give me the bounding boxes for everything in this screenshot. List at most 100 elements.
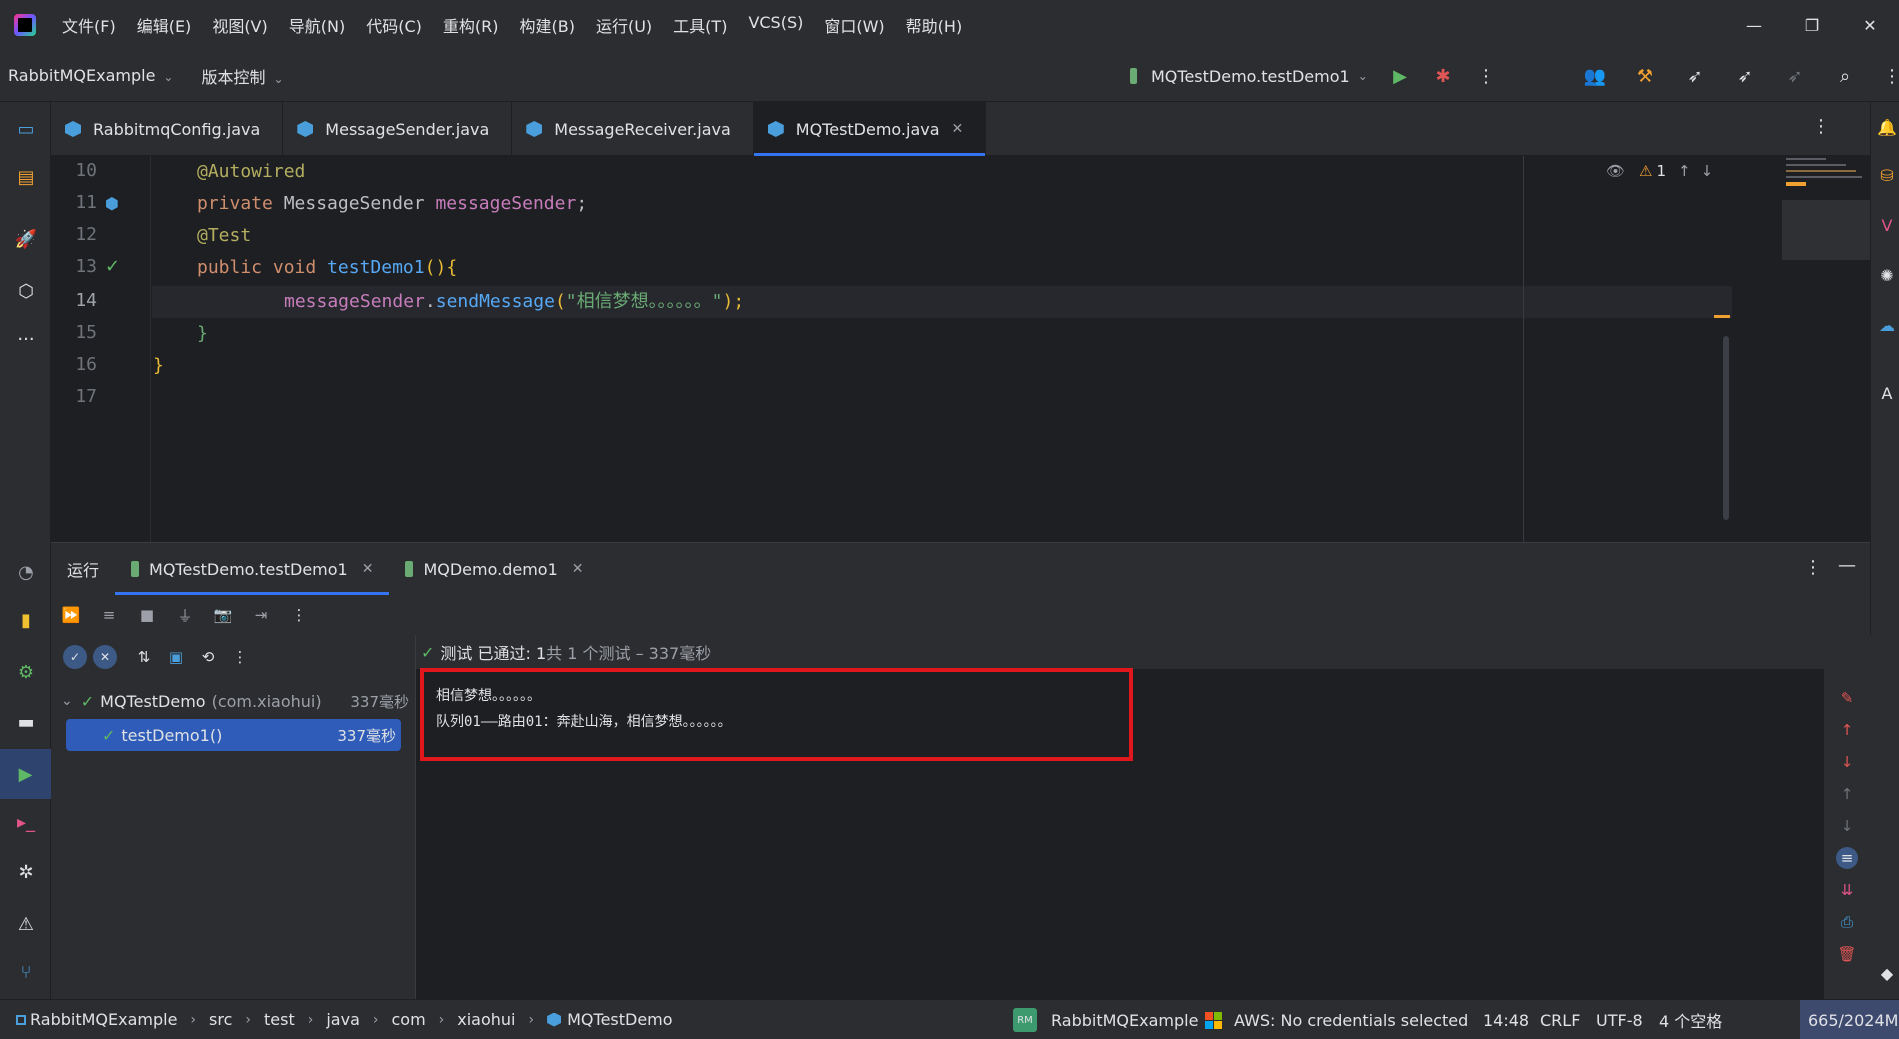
structure-icon[interactable]: ▤: [13, 164, 39, 190]
more-actions-icon[interactable]: ⋮: [1474, 64, 1498, 88]
camera-icon[interactable]: 📷: [213, 605, 233, 625]
tab-rabbitmqconfig[interactable]: RabbitmqConfig.java: [51, 102, 284, 156]
close-window-icon[interactable]: ✕: [1841, 16, 1899, 35]
menu-help[interactable]: 帮助(H): [906, 13, 963, 37]
autowired-bean-icon[interactable]: ⬢: [105, 194, 119, 213]
file-encoding[interactable]: UTF-8: [1596, 1000, 1643, 1039]
next-occurrence-icon[interactable]: ↓: [1836, 815, 1858, 837]
soft-wrap-icon[interactable]: ≡: [1836, 847, 1858, 869]
menu-tools[interactable]: 工具(T): [673, 13, 727, 37]
run-tool-active[interactable]: ▶: [0, 749, 51, 799]
menu-run[interactable]: 运行(U): [596, 13, 652, 37]
menu-code[interactable]: 代码(C): [366, 13, 422, 37]
import-results-icon[interactable]: ▣: [165, 646, 187, 668]
breadcrumb-item[interactable]: src: [209, 1010, 232, 1029]
tab-options-icon[interactable]: ⋮: [1812, 116, 1830, 137]
ai-assistant-icon[interactable]: ✺: [1876, 264, 1898, 286]
tab-mqtestdemo[interactable]: MQTestDemo.java ✕: [753, 102, 987, 156]
line-separator[interactable]: CRLF: [1540, 1000, 1580, 1039]
menu-edit[interactable]: 编辑(E): [137, 13, 192, 37]
minimize-icon[interactable]: —: [1725, 16, 1783, 35]
services-icon[interactable]: ▮: [13, 607, 39, 633]
code-minimap[interactable]: [1782, 156, 1870, 266]
indent-setting[interactable]: 4 个空格: [1659, 1000, 1722, 1039]
tree-more-icon[interactable]: ⋮: [229, 646, 251, 668]
code-editor[interactable]: 10 11 12 13 14 15 16 17 ⬢ ✓ @Autowired p…: [51, 156, 1870, 542]
stop-icon[interactable]: ■: [137, 605, 157, 625]
rerun-icon[interactable]: ⏩: [61, 605, 81, 625]
tab-run-mqdemo[interactable]: MQDemo.demo1 ✕: [389, 543, 599, 595]
menu-vcs[interactable]: VCS(S): [748, 13, 803, 37]
editor-scrollbar[interactable]: [1723, 336, 1729, 520]
exit-icon[interactable]: ⇥: [251, 605, 271, 625]
chevron-down-icon[interactable]: ⌄: [61, 693, 73, 709]
caret-position[interactable]: 14:48: [1483, 1000, 1529, 1039]
reader-mode-icon[interactable]: 👁: [1606, 162, 1625, 180]
sort-icon[interactable]: ⇅: [133, 646, 155, 668]
more-tools-icon[interactable]: ···: [13, 326, 39, 352]
git-branch-icon[interactable]: ⑂: [13, 959, 39, 985]
deploy-disabled-icon[interactable]: ➶: [1783, 64, 1807, 88]
debug-tool-icon[interactable]: ✲: [13, 859, 39, 885]
rerun-failed-icon[interactable]: ≡: [99, 605, 119, 625]
run-options-icon[interactable]: ⋮: [1804, 557, 1822, 578]
profiler-icon[interactable]: ◔: [13, 559, 39, 585]
down-stack-icon[interactable]: ↓: [1836, 751, 1858, 773]
menu-window[interactable]: 窗口(W): [824, 13, 884, 37]
rabbitmq-plugin-widget[interactable]: RM RabbitMQExample: [1013, 1000, 1198, 1039]
database-tool-icon[interactable]: ⛁: [1876, 164, 1898, 186]
breadcrumb-item[interactable]: test: [264, 1010, 295, 1029]
problems-icon[interactable]: ⚠: [13, 911, 39, 937]
breadcrumb-item[interactable]: RabbitMQExample: [30, 1010, 177, 1029]
search-icon[interactable]: ⌕: [1833, 64, 1857, 88]
inspections-widget[interactable]: 👁 ⚠ 1 ↑ ↓: [1606, 162, 1713, 180]
jrebel-icon[interactable]: 🚀: [13, 226, 39, 252]
clear-icon[interactable]: ✎: [1836, 687, 1858, 709]
tree-node-testdemo1[interactable]: ✓ testDemo1() 337毫秒: [66, 719, 401, 751]
close-tab-icon[interactable]: ✕: [572, 561, 584, 577]
menu-file[interactable]: 文件(F): [62, 13, 116, 37]
console-pane[interactable]: ✓ 测试 已通过: 1 共 1 个测试 – 337毫秒 相信梦想。。。。。。 队…: [415, 635, 1871, 1000]
hide-panel-icon[interactable]: —: [1838, 555, 1856, 576]
tab-messagesender[interactable]: MessageSender.java: [283, 102, 513, 156]
close-tab-icon[interactable]: ✕: [952, 121, 964, 137]
notifications-icon[interactable]: 🔔: [1876, 116, 1898, 138]
build-tools-icon[interactable]: ⚒: [1633, 64, 1657, 88]
code-area[interactable]: @Autowired private MessageSender message…: [152, 156, 1732, 542]
run-icon[interactable]: ▶: [1388, 64, 1412, 88]
tab-run-mqtestdemo[interactable]: MQTestDemo.testDemo1 ✕: [115, 543, 390, 595]
cloud-icon[interactable]: ☁: [1876, 314, 1898, 336]
deploy-settings-icon[interactable]: ➶: [1733, 64, 1757, 88]
breadcrumb-item[interactable]: com: [391, 1010, 425, 1029]
warning-marker[interactable]: [1714, 315, 1730, 318]
tab-messagereceiver[interactable]: MessageReceiver.java: [512, 102, 754, 156]
debug-icon[interactable]: ✱: [1431, 64, 1455, 88]
close-tab-icon[interactable]: ✕: [362, 561, 374, 577]
attach-icon[interactable]: ⏚: [175, 605, 195, 625]
history-icon[interactable]: ⟲: [197, 646, 219, 668]
show-passed-icon[interactable]: ✓: [63, 645, 87, 669]
up-stack-icon[interactable]: ↑: [1836, 719, 1858, 741]
scroll-to-end-icon[interactable]: ⇊: [1836, 879, 1858, 901]
restore-icon[interactable]: ❐: [1783, 16, 1841, 35]
gear-icon[interactable]: ⚙: [13, 659, 39, 685]
breadcrumb-item[interactable]: MQTestDemo: [567, 1010, 672, 1029]
code-with-me-icon[interactable]: 👥: [1583, 64, 1607, 88]
intellij-logo-icon[interactable]: [14, 14, 36, 36]
next-highlight-icon[interactable]: ↓: [1701, 162, 1714, 180]
menu-refactor[interactable]: 重构(R): [443, 13, 499, 37]
bookmark-icon[interactable]: ◆: [1876, 962, 1898, 984]
database-icon[interactable]: ▬: [13, 709, 39, 735]
terminal-icon[interactable]: ▸_: [13, 809, 39, 835]
breadcrumb-item[interactable]: xiaohui: [457, 1010, 515, 1029]
run-test-gutter-icon[interactable]: ✓: [105, 256, 120, 277]
print-icon[interactable]: ⎙: [1836, 911, 1858, 933]
breadcrumb-item[interactable]: java: [326, 1010, 360, 1029]
translate-icon[interactable]: A: [1876, 382, 1898, 404]
tree-node-mqtestdemo[interactable]: ⌄ ✓ MQTestDemo (com.xiaohui) 337毫秒: [51, 685, 414, 717]
maven-icon[interactable]: ⬡: [13, 278, 39, 304]
aws-widget[interactable]: AWS: No credentials selected: [1205, 1000, 1468, 1039]
run-config-dropdown[interactable]: MQTestDemo.testDemo1 ⌄: [1130, 50, 1368, 102]
more-icon[interactable]: ⋮: [289, 605, 309, 625]
previous-occurrence-icon[interactable]: ↑: [1836, 783, 1858, 805]
